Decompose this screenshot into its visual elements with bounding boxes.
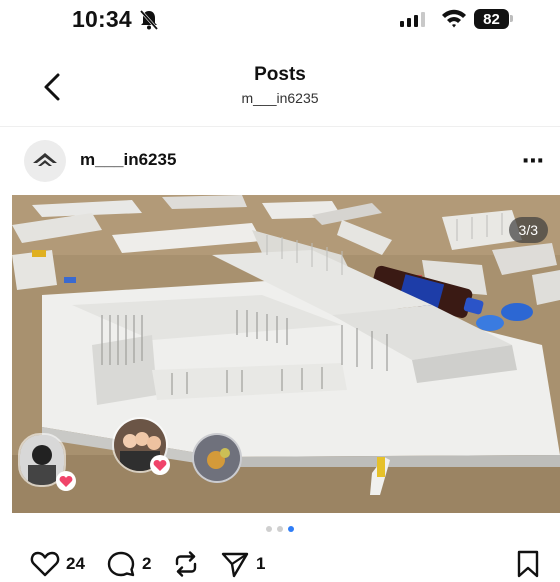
more-options-icon[interactable]: ⋯ xyxy=(522,148,545,174)
carousel-dot-active xyxy=(288,526,294,532)
post-image[interactable]: 3/3 xyxy=(12,195,560,513)
carousel-dots xyxy=(0,526,560,532)
like-count: 24 xyxy=(66,554,85,573)
status-bar: 10:34 82 xyxy=(0,0,560,44)
cellular-signal-icon xyxy=(400,12,425,27)
battery-tip xyxy=(510,15,513,22)
share-count: 1 xyxy=(256,554,266,573)
save-button[interactable] xyxy=(516,550,540,578)
comment-icon xyxy=(107,551,135,577)
image-counter: 3/3 xyxy=(508,217,548,243)
top-nav: Posts m___in6235 xyxy=(0,52,560,127)
comment-count: 2 xyxy=(142,554,152,573)
heart-reaction-icon xyxy=(56,471,76,491)
send-icon xyxy=(221,552,249,578)
share-button[interactable]: 1 xyxy=(220,550,265,578)
bell-muted-icon xyxy=(139,10,159,30)
comment-button[interactable]: 2 xyxy=(106,550,151,578)
page-subtitle: m___in6235 xyxy=(241,90,319,106)
like-button[interactable]: 24 xyxy=(30,550,85,578)
repost-button[interactable] xyxy=(172,550,200,578)
status-time: 10:34 xyxy=(72,6,132,32)
battery-indicator: 82 xyxy=(474,9,509,29)
post-header: m___in6235 ⋯ xyxy=(0,138,560,188)
repost-icon xyxy=(175,551,197,577)
carousel-dot xyxy=(277,526,283,532)
architecture-model-photo xyxy=(12,195,560,513)
post-username[interactable]: m___in6235 xyxy=(80,150,176,170)
heart-icon xyxy=(30,551,60,577)
carousel-dot xyxy=(266,526,272,532)
page-title: Posts xyxy=(254,64,306,85)
wifi-icon xyxy=(442,9,466,28)
post-actions: 24 2 1 xyxy=(0,546,560,582)
bookmark-icon xyxy=(517,550,539,578)
avatar[interactable] xyxy=(24,140,66,182)
heart-reaction-icon xyxy=(150,455,170,475)
profile-logo-icon xyxy=(33,153,57,166)
reactor-avatar-3[interactable] xyxy=(192,433,242,483)
